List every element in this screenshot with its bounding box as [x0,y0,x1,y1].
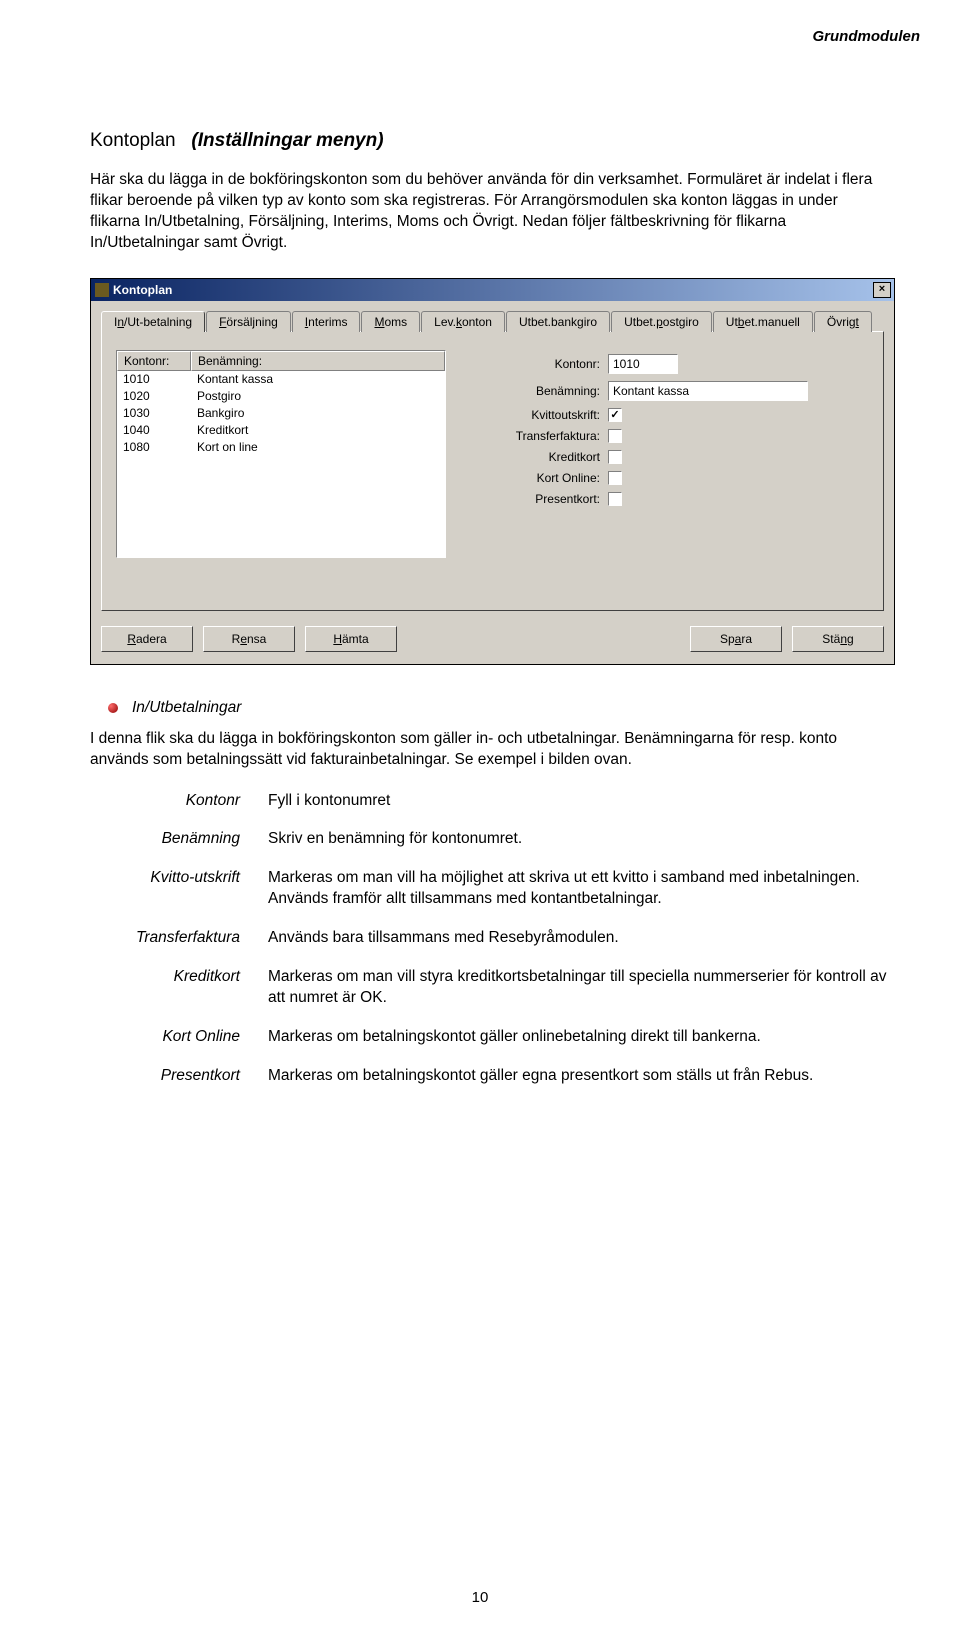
list-row[interactable]: 1020Postgiro [117,388,445,405]
list-col-benamning[interactable]: Benämning: [191,351,445,371]
benamning-input[interactable]: Kontant kassa [608,381,808,401]
intro-paragraph: Här ska du lägga in de bokföringskonton … [90,170,890,254]
def-row: Kvitto-utskriftMarkeras om man vill ha m… [90,868,890,910]
tab-forsaljning[interactable]: Försäljning [206,311,291,332]
kontoplan-dialog: Kontoplan × In/Ut-betalning Försäljning … [90,278,895,665]
def-desc: Markeras om man vill ha möjlighet att sk… [268,868,890,910]
kontonr-label: Kontonr: [486,357,608,371]
bullet-icon [108,703,118,713]
tab-in-ut-betalning[interactable]: In/Ut-betalning [101,311,205,332]
def-desc: Fyll i kontonumret [268,791,890,812]
benamning-label: Benämning: [486,384,608,398]
kvittoutskrift-label: Kvittoutskrift: [486,408,608,422]
kreditkort-checkbox[interactable] [608,450,622,464]
transferfaktura-checkbox[interactable] [608,429,622,443]
tab-moms[interactable]: Moms [361,311,420,332]
tab-pane-in-ut: Kontonr: Benämning: 1010Kontant kassa 10… [101,331,884,611]
kontonr-input[interactable]: 1010 [608,354,678,374]
def-term: Presentkort [90,1066,268,1087]
stang-button[interactable]: Stäng [792,626,884,652]
transferfaktura-label: Transferfaktura: [486,429,608,443]
section-heading-row: In/Utbetalningar [108,699,890,717]
section-heading: In/Utbetalningar [132,699,241,717]
section-header: Grundmodulen [813,28,921,45]
kortonline-label: Kort Online: [486,471,608,485]
dialog-titlebar: Kontoplan × [91,279,894,301]
kvittoutskrift-checkbox[interactable]: ✓ [608,408,622,422]
def-term: Kreditkort [90,967,268,1009]
close-button[interactable]: × [873,282,891,298]
title-menu-path: (Inställningar menyn) [191,130,383,151]
def-row: TransferfakturaAnvänds bara tillsammans … [90,928,890,949]
rensa-button[interactable]: Rensa [203,626,295,652]
def-desc: Används bara tillsammans med Resebyråmod… [268,928,890,949]
def-term: Kort Online [90,1027,268,1048]
title-main: Kontoplan [90,130,176,151]
tab-lev-konton[interactable]: Lev.konton [421,311,505,332]
dialog-title: Kontoplan [113,283,873,297]
page-number: 10 [0,1589,960,1606]
list-row[interactable]: 1080Kort on line [117,439,445,456]
def-row: BenämningSkriv en benämning för kontonum… [90,829,890,850]
def-term: Kvitto-utskrift [90,868,268,910]
tab-utbet-manuell[interactable]: Utbet.manuell [713,311,813,332]
presentkort-checkbox[interactable] [608,492,622,506]
kreditkort-label: Kreditkort [486,450,608,464]
def-desc: Markeras om man vill styra kreditkortsbe… [268,967,890,1009]
kortonline-checkbox[interactable] [608,471,622,485]
hamta-button[interactable]: Hämta [305,626,397,652]
page-title: Kontoplan (Inställningar menyn) [90,130,890,152]
radera-button[interactable]: Radera [101,626,193,652]
presentkort-label: Presentkort: [486,492,608,506]
list-row[interactable]: 1040Kreditkort [117,422,445,439]
def-desc: Markeras om betalningskontot gäller egna… [268,1066,890,1087]
tab-utbet-bankgiro[interactable]: Utbet.bankgiro [506,311,610,332]
konto-listbox[interactable]: Kontonr: Benämning: 1010Kontant kassa 10… [116,350,446,558]
section-description: I denna flik ska du lägga in bokföringsk… [90,729,890,771]
def-row: Kort OnlineMarkeras om betalningskontot … [90,1027,890,1048]
tab-utbet-postgiro[interactable]: Utbet.postgiro [611,311,712,332]
tab-strip: In/Ut-betalning Försäljning Interims Mom… [101,311,884,332]
def-term: Benämning [90,829,268,850]
def-term: Transferfaktura [90,928,268,949]
app-icon [95,283,109,297]
tab-interims[interactable]: Interims [292,311,361,332]
list-col-kontonr[interactable]: Kontonr: [117,351,191,371]
list-row[interactable]: 1030Bankgiro [117,405,445,422]
def-row: PresentkortMarkeras om betalningskontot … [90,1066,890,1087]
spara-button[interactable]: Spara [690,626,782,652]
def-term: Kontonr [90,791,268,812]
def-row: KreditkortMarkeras om man vill styra kre… [90,967,890,1009]
field-definition-list: KontonrFyll i kontonumret BenämningSkriv… [90,791,890,1087]
def-desc: Markeras om betalningskontot gäller onli… [268,1027,890,1048]
tab-ovrigt[interactable]: Övrigt [814,311,872,332]
def-desc: Skriv en benämning för kontonumret. [268,829,890,850]
def-row: KontonrFyll i kontonumret [90,791,890,812]
list-row[interactable]: 1010Kontant kassa [117,371,445,388]
